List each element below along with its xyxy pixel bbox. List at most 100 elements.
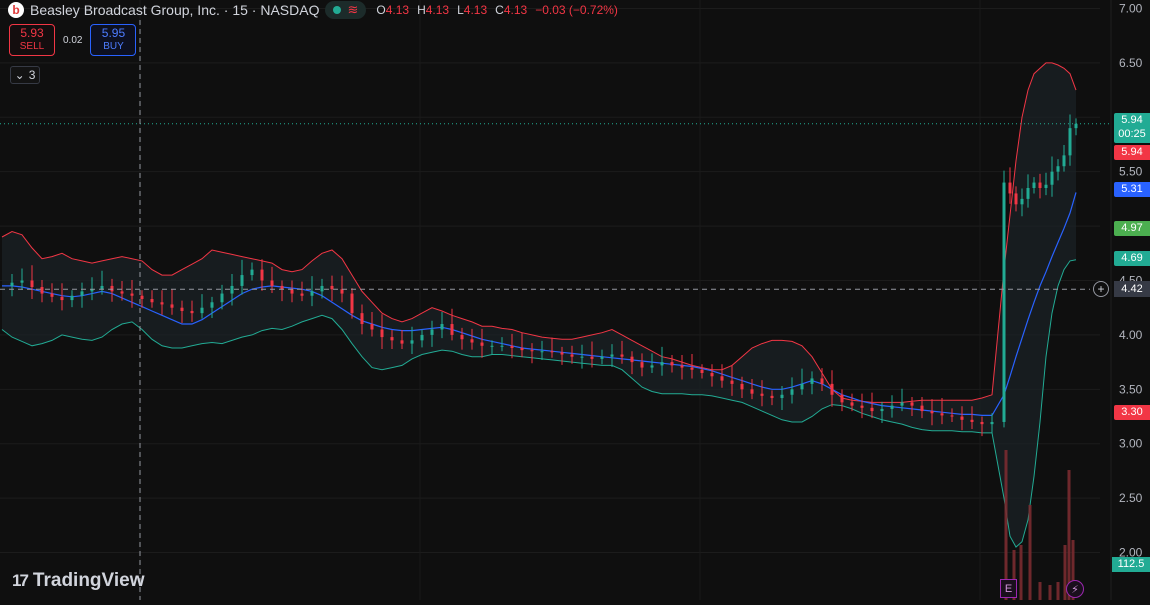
candle-body xyxy=(290,289,294,294)
candle-body xyxy=(460,334,464,340)
candle-body xyxy=(30,280,34,288)
candle-body xyxy=(270,280,274,286)
tradingview-logo[interactable]: 17 TradingView xyxy=(12,570,145,592)
candle-body xyxy=(720,376,724,381)
candle-body xyxy=(600,356,604,359)
market-status-pill[interactable]: ≋ xyxy=(325,1,367,19)
candle-body xyxy=(920,405,924,412)
candle-body xyxy=(250,269,254,276)
candle-body xyxy=(50,293,54,297)
candle-body xyxy=(1008,182,1012,194)
low-price-label: 3.30 xyxy=(1114,405,1150,420)
company-logo-icon[interactable]: b xyxy=(8,2,24,18)
candle-body xyxy=(770,395,774,399)
candle-body xyxy=(790,389,794,395)
candle-body xyxy=(470,339,474,343)
y-tick-label: 5.50 xyxy=(1119,165,1143,179)
market-open-dot-icon xyxy=(333,6,342,14)
candle-body xyxy=(10,282,14,286)
candle-body xyxy=(590,356,594,359)
candle-body xyxy=(60,296,64,301)
chevron-down-icon: ⌄ xyxy=(14,68,25,82)
candle-body xyxy=(210,302,214,308)
open-label: O xyxy=(376,3,386,17)
candle-body xyxy=(970,419,974,422)
candle-body xyxy=(690,367,694,370)
candle-body xyxy=(1002,182,1006,422)
candle-body xyxy=(940,413,944,416)
candle-body xyxy=(980,421,984,425)
candle-body xyxy=(750,389,754,394)
close-label: C xyxy=(495,3,504,17)
symbol-title[interactable]: Beasley Broadcast Group, Inc. · 15 · NAS… xyxy=(30,2,319,18)
sell-button[interactable]: 5.93 SELL xyxy=(9,24,55,56)
lightning-icon[interactable]: ⚡ xyxy=(1066,580,1084,598)
candle-body xyxy=(660,362,664,366)
candle-body xyxy=(620,354,624,357)
symbol-header: b Beasley Broadcast Group, Inc. · 15 · N… xyxy=(8,0,618,20)
candle-body xyxy=(1050,171,1054,185)
candle-body xyxy=(310,291,314,296)
candle-body xyxy=(550,351,554,353)
candle-body xyxy=(420,334,424,341)
candle-body xyxy=(540,351,544,353)
candle-body xyxy=(1020,198,1024,205)
open-value: 4.13 xyxy=(385,3,410,17)
high-value: 4.13 xyxy=(425,3,450,17)
candle-body xyxy=(820,378,824,384)
candle-body xyxy=(70,295,74,301)
ohlc-values: O4.13 H4.13 L4.13 C4.13 −0.03 (−0.72%) xyxy=(376,3,618,17)
candle-body xyxy=(1014,193,1018,205)
candle-body xyxy=(320,285,324,292)
price-chart[interactable]: 7.006.506.005.505.004.504.003.503.002.50… xyxy=(0,0,1150,600)
candle-body xyxy=(490,345,494,347)
candle-body xyxy=(300,293,304,296)
y-tick-label: 3.50 xyxy=(1119,382,1143,396)
candle-body xyxy=(740,383,744,390)
candle-body xyxy=(390,337,394,341)
add-plus-icon[interactable]: + xyxy=(1093,281,1109,297)
candle-body xyxy=(1032,182,1036,188)
company-logo-letter: b xyxy=(12,3,20,17)
wave-icon: ≋ xyxy=(347,2,359,17)
candle-body xyxy=(220,293,224,303)
low-value: 4.13 xyxy=(463,3,488,17)
indicators-toggle-button[interactable]: ⌄ 3 xyxy=(10,66,40,84)
candle-body xyxy=(510,345,514,348)
candle-body xyxy=(160,302,164,305)
volume-bar xyxy=(1019,545,1023,600)
candle-body xyxy=(110,285,114,292)
chart-canvas[interactable]: 7.006.506.005.505.004.504.003.503.002.50… xyxy=(0,0,1150,600)
candle-body xyxy=(890,405,894,409)
candle-body xyxy=(1026,188,1030,199)
candle-body xyxy=(190,310,194,314)
candle-body xyxy=(800,383,804,390)
last-price-label: 5.94 00:25 xyxy=(1114,113,1150,143)
candle-body xyxy=(380,329,384,338)
earnings-marker[interactable]: E xyxy=(1000,579,1017,598)
y-tick-label: 2.50 xyxy=(1119,491,1143,505)
candle-body xyxy=(360,313,364,325)
buy-button[interactable]: 5.95 BUY xyxy=(90,24,137,56)
candle-body xyxy=(400,340,404,344)
volume-bar xyxy=(1028,505,1032,600)
candle-body xyxy=(1068,128,1072,156)
candle-body xyxy=(440,324,444,330)
candle-body xyxy=(680,365,684,368)
candle-body xyxy=(850,402,854,406)
buy-label: BUY xyxy=(103,41,124,52)
bollinger-band-fill xyxy=(2,62,1076,548)
volume-bar xyxy=(1038,582,1042,600)
bar-countdown: 00:25 xyxy=(1118,128,1146,140)
candle-body xyxy=(410,340,414,344)
candle-body xyxy=(700,369,704,373)
candle-body xyxy=(610,354,614,357)
candle-body xyxy=(480,342,484,346)
candle-body xyxy=(1056,166,1060,172)
candle-body xyxy=(640,362,644,368)
candle-body xyxy=(230,285,234,294)
tradingview-mark-icon: 17 xyxy=(12,571,29,590)
low-label: L xyxy=(457,3,464,17)
candle-body xyxy=(170,304,174,308)
candle-body xyxy=(350,293,354,314)
